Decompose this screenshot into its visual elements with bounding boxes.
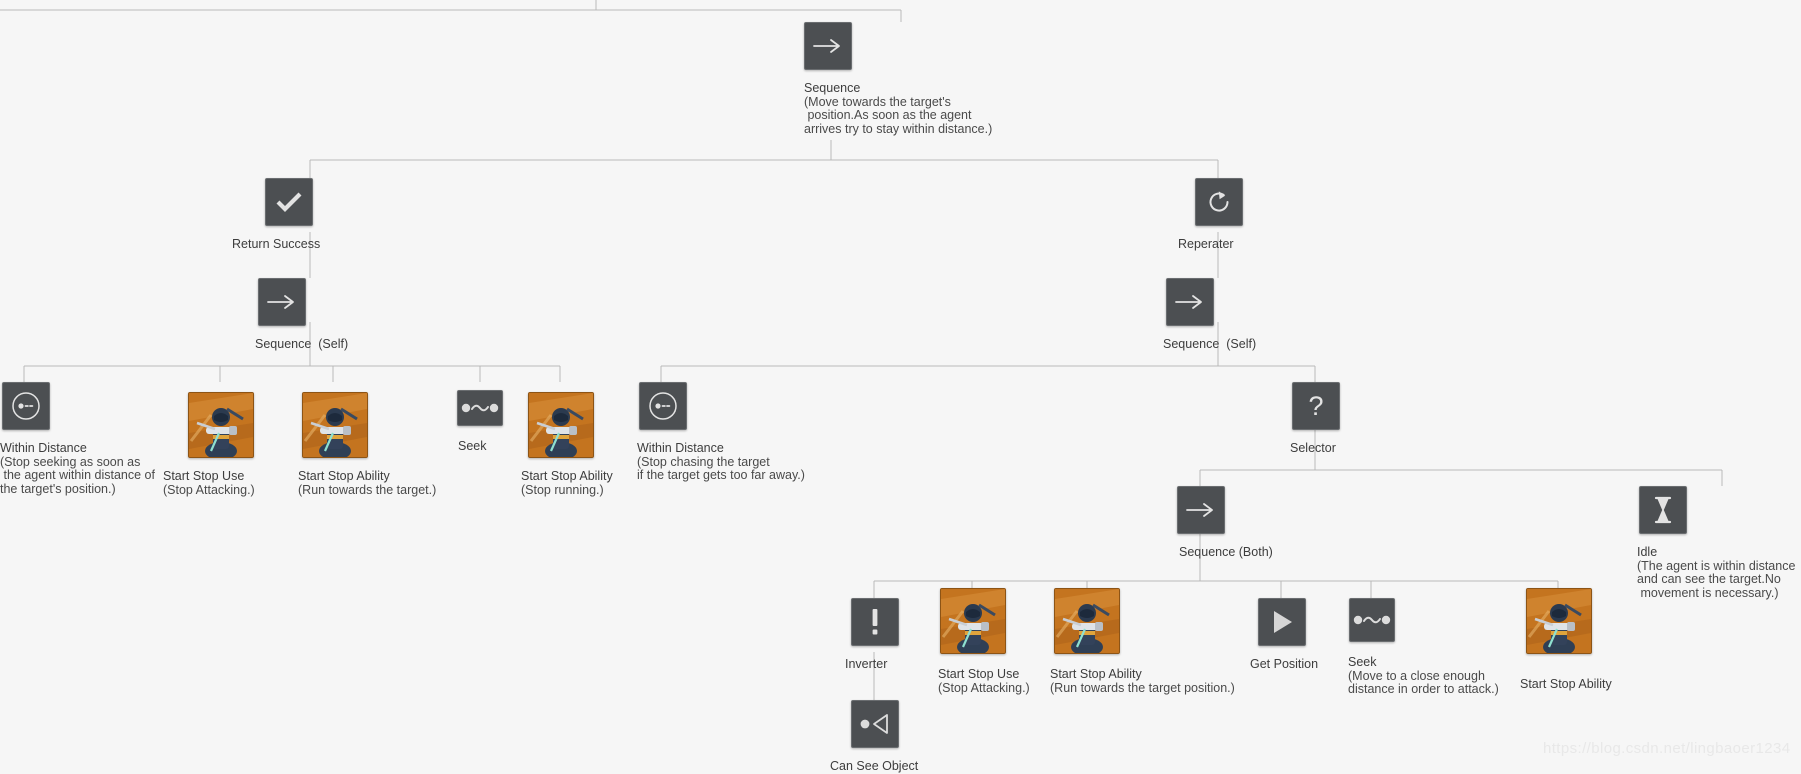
node-description: (The agent is within distance and can se… xyxy=(1637,558,1796,600)
node-sequence-self-right[interactable] xyxy=(1166,278,1214,326)
node-description: (Stop chasing the target if the target g… xyxy=(637,454,805,483)
node-can-see-object[interactable] xyxy=(851,700,899,748)
vision-cone-icon xyxy=(851,700,899,748)
character-task-icon xyxy=(940,588,1006,654)
node-title: Within Distance xyxy=(637,441,724,455)
node-title: Sequence xyxy=(804,81,861,95)
label-seek-bottom: Seek (Move to a close enough distance in… xyxy=(1348,650,1499,697)
node-title: Idle xyxy=(1637,545,1658,559)
label-idle: Idle (The agent is within distance and c… xyxy=(1637,540,1795,600)
character-task-icon xyxy=(1526,588,1592,654)
node-title: Get Position xyxy=(1250,657,1319,671)
node-seek-bottom[interactable] xyxy=(1349,598,1395,642)
label-selector: Selector xyxy=(1290,436,1336,456)
label-inverter: Inverter xyxy=(845,652,887,672)
node-title: Reperater xyxy=(1178,237,1234,251)
node-title: Start Stop Ability xyxy=(298,469,390,483)
node-sequence-self-left[interactable] xyxy=(258,278,306,326)
node-start-stop-use-left[interactable] xyxy=(188,392,254,458)
label-within-distance-left: Within Distance (Stop seeking as soon as… xyxy=(0,436,155,496)
node-repeater[interactable] xyxy=(1195,178,1243,226)
node-description: (Stop running.) xyxy=(521,482,604,497)
behavior-tree-canvas: Sequence (Move towards the target's posi… xyxy=(0,0,1801,773)
node-within-distance-left[interactable] xyxy=(2,382,50,430)
node-description: (Stop Attacking.) xyxy=(163,482,255,497)
node-title: Start Stop Ability xyxy=(1050,667,1142,681)
within-distance-icon xyxy=(2,382,50,430)
label-can-see-object: Can See Object xyxy=(830,754,918,774)
node-description: (Stop seeking as soon as the agent withi… xyxy=(0,454,155,496)
svg-text:?: ? xyxy=(1308,391,1323,421)
node-selector[interactable]: ? xyxy=(1292,382,1340,430)
node-start-stop-ability-left[interactable] xyxy=(302,392,368,458)
node-title: Sequence (Self) xyxy=(1163,337,1257,351)
arrow-right-icon xyxy=(258,278,306,326)
node-title: Start Stop Use xyxy=(938,667,1020,681)
character-task-icon xyxy=(528,392,594,458)
node-title: Sequence (Both) xyxy=(1179,545,1273,559)
label-start-stop-ability-bottom: Start Stop Ability (Run towards the targ… xyxy=(1050,662,1235,695)
arrow-right-icon xyxy=(804,22,852,70)
arrow-right-icon xyxy=(1177,486,1225,534)
node-start-stop-ability-stop-running[interactable] xyxy=(528,392,594,458)
label-within-distance-right: Within Distance (Stop chasing the target… xyxy=(637,436,805,483)
node-start-stop-use-bottom[interactable] xyxy=(940,588,1006,654)
node-start-stop-ability-bottom[interactable] xyxy=(1054,588,1120,654)
character-task-icon xyxy=(188,392,254,458)
node-description: (Stop Attacking.) xyxy=(938,680,1030,695)
node-title: Inverter xyxy=(845,657,888,671)
play-triangle-icon xyxy=(1258,598,1306,646)
label-return-success: Return Success xyxy=(232,232,320,252)
node-title: Seek xyxy=(1348,655,1377,669)
label-start-stop-ability-stop-running: Start Stop Ability (Stop running.) xyxy=(521,464,613,497)
node-inverter[interactable] xyxy=(851,598,899,646)
label-sequence-self-right: Sequence (Self) xyxy=(1163,332,1256,352)
node-get-position[interactable] xyxy=(1258,598,1306,646)
within-distance-icon xyxy=(639,382,687,430)
label-repeater: Reperater xyxy=(1178,232,1234,252)
node-title: Sequence (Self) xyxy=(255,337,349,351)
question-mark-icon: ? xyxy=(1292,382,1340,430)
node-within-distance-right[interactable] xyxy=(639,382,687,430)
node-title: Seek xyxy=(458,439,487,453)
label-root-sequence: Sequence (Move towards the target's posi… xyxy=(804,76,992,136)
label-start-stop-ability-far-right: Start Stop Ability xyxy=(1520,672,1612,692)
node-title: Can See Object xyxy=(830,759,919,773)
node-idle[interactable] xyxy=(1639,486,1687,534)
arrow-right-icon xyxy=(1166,278,1214,326)
node-title: Start Stop Ability xyxy=(1520,677,1612,691)
node-title: Start Stop Ability xyxy=(521,469,613,483)
node-title: Selector xyxy=(1290,441,1336,455)
node-title: Start Stop Use xyxy=(163,469,245,483)
seek-icon xyxy=(457,390,503,426)
node-return-success[interactable] xyxy=(265,178,313,226)
label-start-stop-use-bottom: Start Stop Use (Stop Attacking.) xyxy=(938,662,1030,695)
label-start-stop-use-left: Start Stop Use (Stop Attacking.) xyxy=(163,464,255,497)
exclamation-icon xyxy=(851,598,899,646)
check-icon xyxy=(265,178,313,226)
watermark: https://blog.csdn.net/lingbaoer1234 xyxy=(1543,740,1791,757)
node-root-sequence[interactable] xyxy=(804,22,852,70)
character-task-icon xyxy=(1054,588,1120,654)
node-title: Return Success xyxy=(232,237,321,251)
label-get-position: Get Position xyxy=(1250,652,1318,672)
label-sequence-both: Sequence (Both) xyxy=(1179,540,1273,560)
node-description: (Move towards the target's position.As s… xyxy=(804,94,993,136)
seek-icon xyxy=(1349,598,1395,642)
label-seek-left: Seek xyxy=(458,434,487,454)
node-description: (Run towards the target.) xyxy=(298,482,437,497)
label-start-stop-ability-left: Start Stop Ability (Run towards the targ… xyxy=(298,464,436,497)
hourglass-icon xyxy=(1639,486,1687,534)
node-title: Within Distance xyxy=(0,441,87,455)
label-sequence-self-left: Sequence (Self) xyxy=(255,332,348,352)
node-description: (Run towards the target position.) xyxy=(1050,680,1235,695)
character-task-icon xyxy=(302,392,368,458)
node-description: (Move to a close enough distance in orde… xyxy=(1348,668,1499,697)
refresh-loop-icon xyxy=(1195,178,1243,226)
node-start-stop-ability-far-right[interactable] xyxy=(1526,588,1592,654)
node-seek-left[interactable] xyxy=(457,390,503,426)
node-sequence-both[interactable] xyxy=(1177,486,1225,534)
